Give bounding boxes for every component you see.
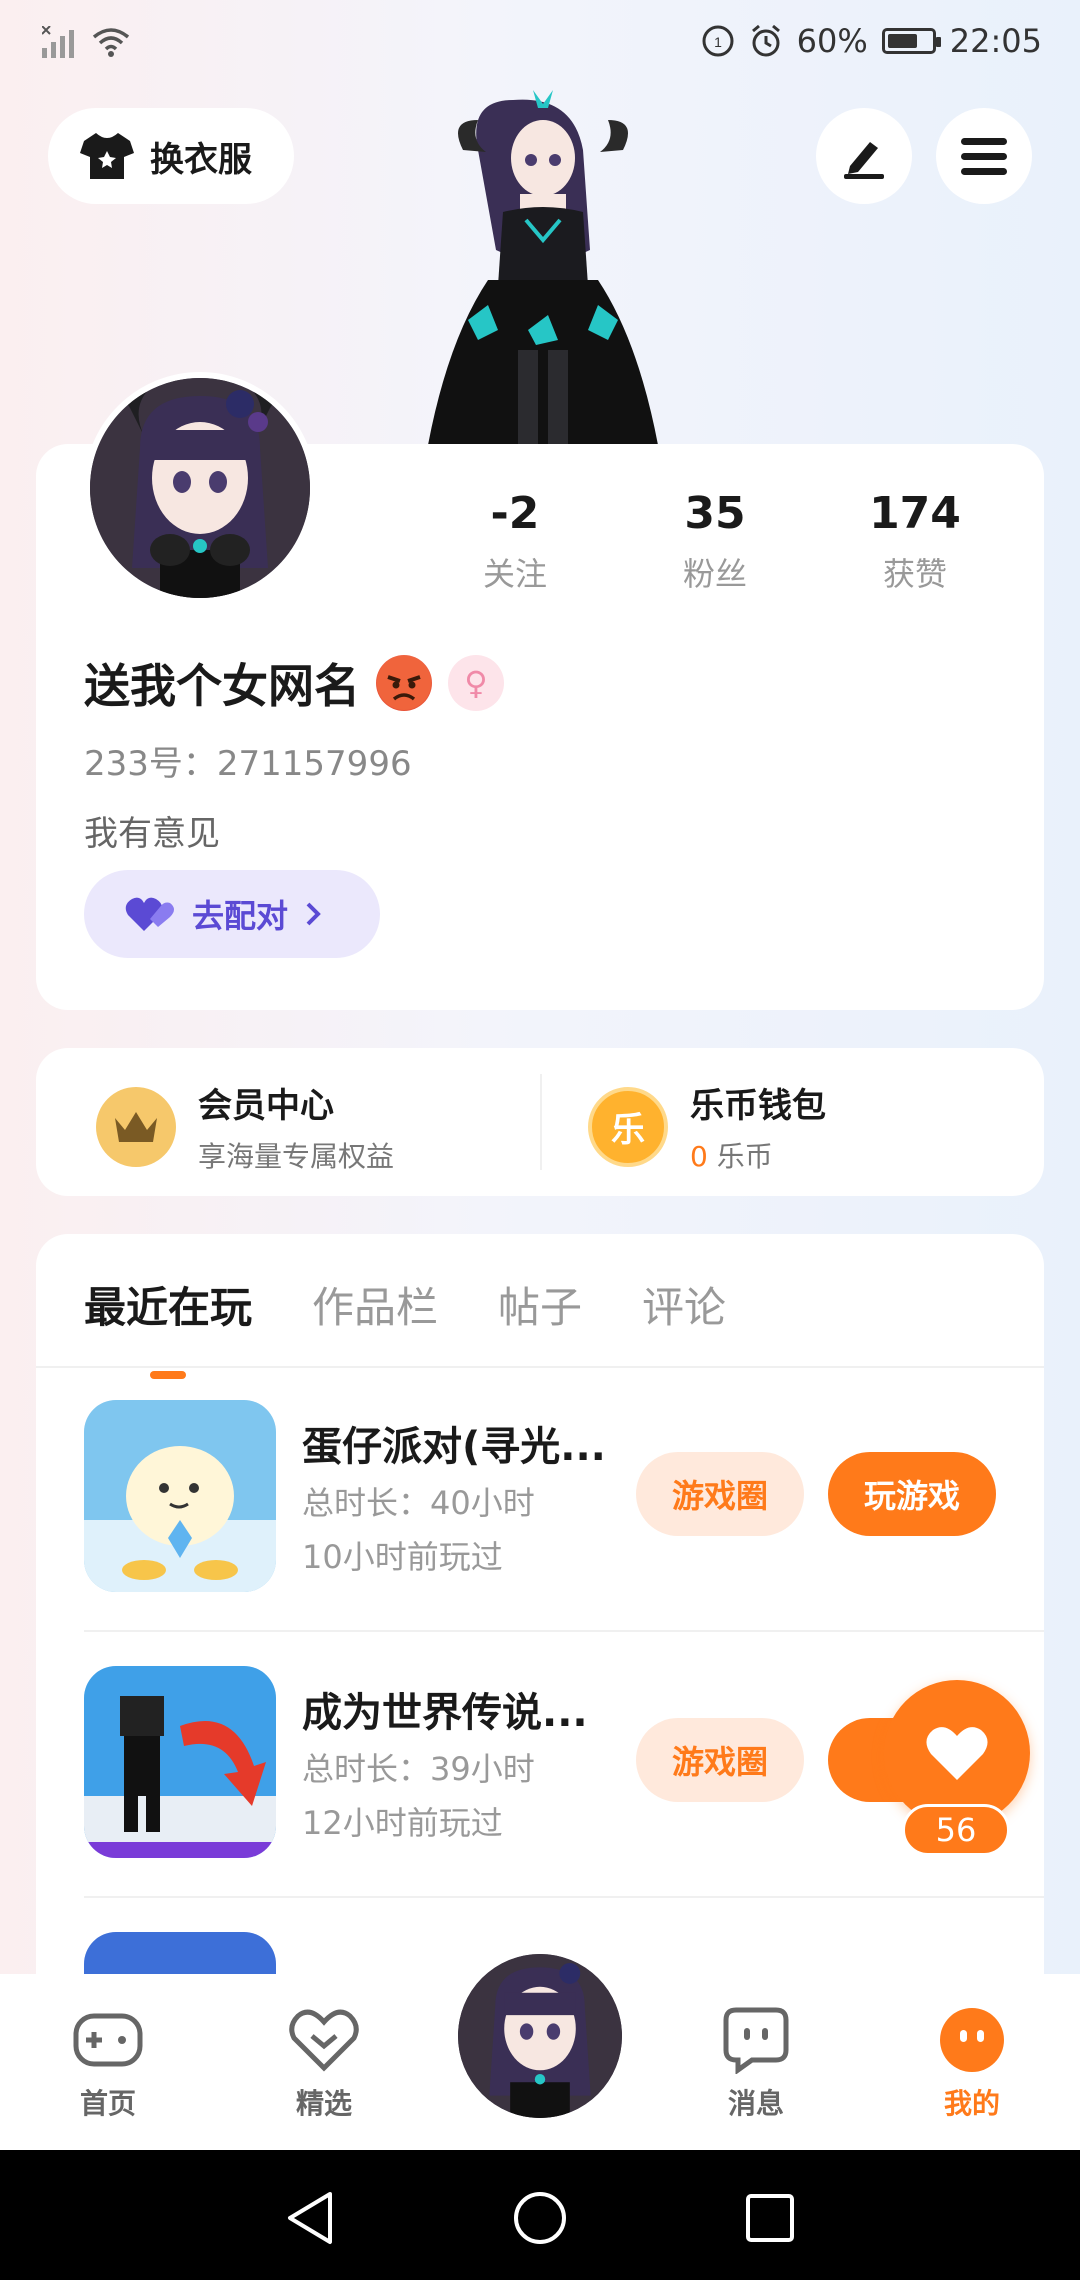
game-title: 蛋仔派对(寻光... (302, 1424, 606, 1470)
back-icon[interactable] (282, 2190, 338, 2246)
crown-icon (96, 1086, 176, 1167)
nav-avatar-portrait (458, 1954, 622, 2118)
game-title: 成为世界传说... (302, 1690, 588, 1736)
followers-stat[interactable]: 35 粉丝 (640, 488, 790, 595)
clock: 22:05 (949, 22, 1042, 60)
match-button[interactable]: 去配对 (84, 870, 380, 958)
nav-me[interactable]: 我的 (912, 2004, 1032, 2122)
menu-button[interactable] (936, 108, 1032, 204)
tab-bar: 最近在玩 作品栏 帖子 评论 (84, 1274, 726, 1379)
likes-label: 获赞 (882, 555, 947, 593)
hearts-icon (125, 897, 174, 931)
hamburger-icon (961, 138, 1007, 175)
chevron-right-icon (306, 902, 321, 926)
chat-icon (723, 2007, 789, 2074)
gamepad-icon (73, 2013, 143, 2067)
heart-badge-icon (289, 2009, 359, 2072)
pencil-icon (844, 142, 884, 179)
angry-face-icon (376, 655, 432, 711)
username: 送我个女网名 (84, 659, 360, 713)
status-bar: 1 60% 22:05 (0, 0, 1080, 92)
followers-label: 粉丝 (682, 555, 747, 593)
system-nav-bar (0, 2150, 1080, 2280)
row-divider (84, 1896, 1044, 1898)
user-bio: 我有意见 (84, 814, 220, 854)
nav-messages-label: 消息 (727, 2087, 784, 2120)
wifi-icon (92, 28, 130, 57)
profile-face-icon (940, 2008, 1004, 2072)
vip-subtitle: 享海量专属权益 (198, 1140, 395, 1173)
signal-icon (42, 26, 74, 58)
tab-recent[interactable]: 最近在玩 (84, 1274, 252, 1379)
game-last-played: 12小时前玩过 (302, 1804, 503, 1842)
avatar[interactable] (84, 372, 316, 604)
nav-featured[interactable]: 精选 (264, 2004, 384, 2122)
play-game-button[interactable]: 玩游戏 (828, 1452, 996, 1536)
wallet-card: 会员中心 享海量专属权益 乐 乐币钱包 0 乐币 (36, 1048, 1044, 1196)
nav-me-label: 我的 (943, 2087, 1000, 2120)
tab-posts[interactable]: 帖子 (498, 1274, 582, 1335)
game-icon-world-legend[interactable] (84, 1666, 276, 1858)
home-icon[interactable] (512, 2190, 568, 2246)
change-outfit-label: 换衣服 (150, 139, 252, 180)
game-duration: 总时长：40小时 (302, 1484, 535, 1522)
battery-icon (881, 28, 941, 54)
nav-avatar-button[interactable] (454, 1950, 626, 2122)
following-stat[interactable]: -2 关注 (440, 488, 590, 595)
content-card: 最近在玩 作品栏 帖子 评论 蛋仔派对(寻光... 总时长：40小时 10小时前… (36, 1234, 1044, 2124)
coin-balance: 0 乐币 (690, 1135, 826, 1175)
game-circle-button[interactable]: 游戏圈 (636, 1718, 804, 1802)
game-icon-eggy-party[interactable] (84, 1400, 276, 1592)
avatar-portrait (90, 378, 310, 598)
female-icon: ♀ (448, 655, 504, 711)
nav-home-label: 首页 (79, 2087, 136, 2120)
coin-unit: 乐币 (716, 1140, 773, 1173)
like-count: 56 (902, 1804, 1010, 1856)
vip-title: 会员中心 (198, 1086, 334, 1126)
wallet-divider (540, 1074, 542, 1170)
coin-title: 乐币钱包 (690, 1086, 826, 1126)
heart-icon (926, 1727, 988, 1780)
following-label: 关注 (482, 555, 547, 593)
match-label: 去配对 (192, 897, 289, 935)
user-id: 233号：271157996 (84, 744, 412, 784)
svg-text:1: 1 (714, 34, 722, 50)
username-row: 送我个女网名 ♀ (84, 650, 504, 716)
following-count: -2 (490, 488, 540, 539)
alarm-icon (751, 24, 780, 57)
nav-messages[interactable]: 消息 (696, 2004, 816, 2122)
nav-home[interactable]: 首页 (48, 2004, 168, 2122)
edit-profile-button[interactable] (816, 108, 912, 204)
vip-center[interactable]: 会员中心 享海量专属权益 (96, 1078, 394, 1175)
coin-amount: 0 (690, 1140, 708, 1173)
recents-icon[interactable] (742, 2190, 798, 2246)
profile-stats: -2 关注 35 粉丝 174 获赞 (440, 488, 990, 595)
avatar-full-body[interactable] (408, 90, 678, 445)
change-outfit-button[interactable]: 换衣服 (48, 108, 294, 204)
sim-icon: 1 (702, 25, 734, 57)
tab-works[interactable]: 作品栏 (312, 1274, 438, 1335)
shirt-icon (80, 133, 134, 179)
likes-count: 174 (869, 488, 961, 539)
coin-icon: 乐 (588, 1086, 668, 1167)
followers-count: 35 (684, 488, 746, 539)
row-divider (84, 1630, 1044, 1632)
game-duration: 总时长：39小时 (302, 1750, 535, 1788)
likes-stat[interactable]: 174 获赞 (840, 488, 990, 595)
nav-featured-label: 精选 (295, 2087, 352, 2120)
tab-comments[interactable]: 评论 (642, 1274, 726, 1335)
game-row[interactable]: 蛋仔派对(寻光... 总时长：40小时 10小时前玩过 游戏圈 玩游戏 (84, 1368, 1044, 1632)
battery-percent: 60% (796, 22, 868, 60)
game-last-played: 10小时前玩过 (302, 1538, 503, 1576)
game-circle-button[interactable]: 游戏圈 (636, 1452, 804, 1536)
coin-wallet[interactable]: 乐 乐币钱包 0 乐币 (588, 1078, 826, 1175)
